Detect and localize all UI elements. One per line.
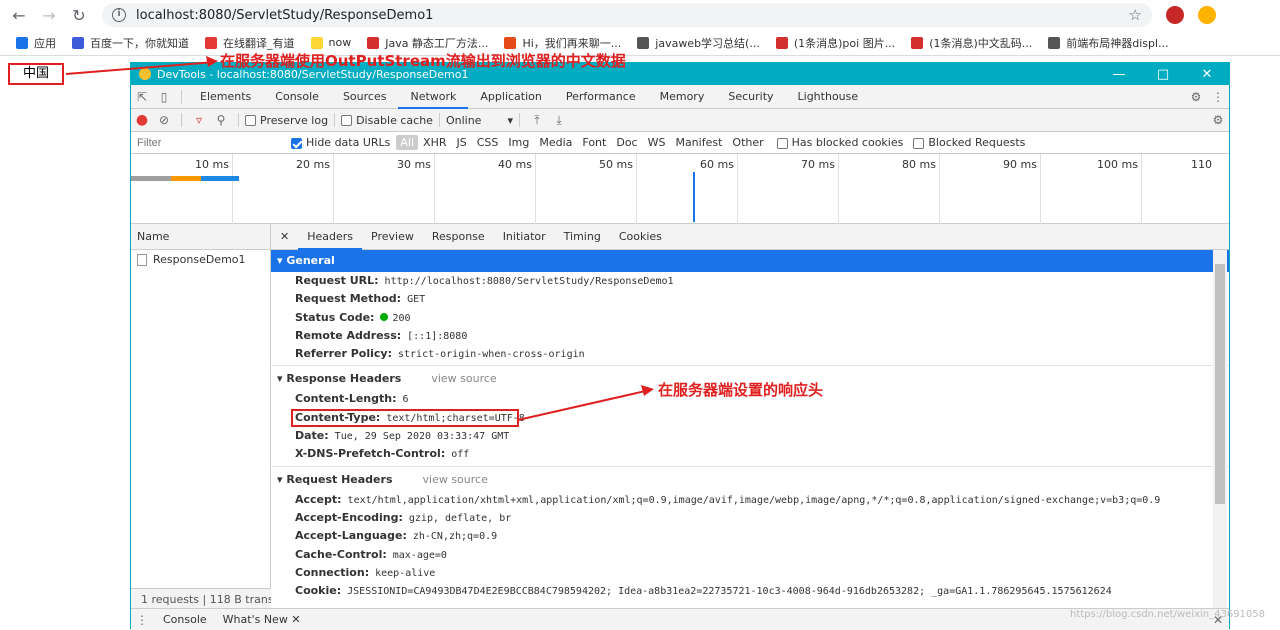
arrow-line — [517, 389, 651, 421]
arrow-head — [641, 385, 654, 396]
arrow-head — [206, 56, 218, 67]
arrow-line — [65, 61, 216, 75]
annotation-arrows — [65, 56, 654, 421]
watermark: https://blog.csdn.net/weixin_43691058 — [1070, 609, 1266, 620]
